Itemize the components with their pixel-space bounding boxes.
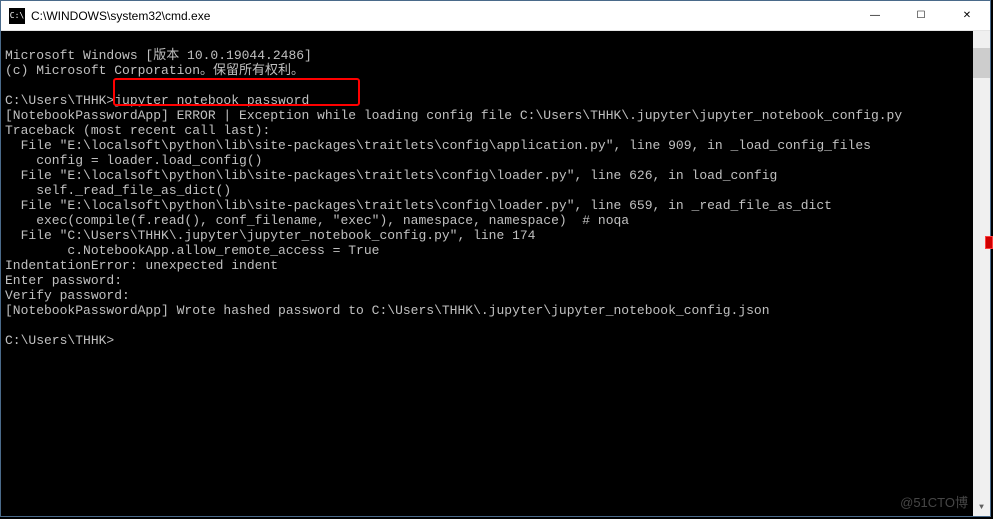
maximize-button[interactable]: ☐ [898,1,944,30]
cmd-icon: C:\ [9,8,25,24]
console-line: config = loader.load_config() [5,153,262,168]
console-line: File "E:\localsoft\python\lib\site-packa… [5,198,832,213]
console-line: [NotebookPasswordApp] ERROR | Exception … [5,108,902,123]
console-area[interactable]: Microsoft Windows [版本 10.0.19044.2486] (… [1,31,990,516]
scrollbar[interactable]: ▲ ▼ [973,31,990,516]
console-line: File "E:\localsoft\python\lib\site-packa… [5,168,777,183]
watermark-text: @51CTO博 [900,495,968,510]
console-line: C:\Users\THHK> [5,333,114,348]
cmd-window: C:\ C:\WINDOWS\system32\cmd.exe — ☐ ✕ Mi… [0,0,991,517]
console-line: Microsoft Windows [版本 10.0.19044.2486] [5,48,312,63]
console-line: File "C:\Users\THHK\.jupyter\jupyter_not… [5,228,536,243]
window-title: C:\WINDOWS\system32\cmd.exe [31,9,852,23]
scroll-down-icon[interactable]: ▼ [973,499,990,516]
console-line: File "E:\localsoft\python\lib\site-packa… [5,138,871,153]
console-line: IndentationError: unexpected indent [5,258,278,273]
console-line: Traceback (most recent call last): [5,123,270,138]
console-line: [NotebookPasswordApp] Wrote hashed passw… [5,303,770,318]
titlebar[interactable]: C:\ C:\WINDOWS\system32\cmd.exe — ☐ ✕ [1,1,990,31]
side-marker [985,236,993,249]
console-line: self._read_file_as_dict() [5,183,231,198]
console-line: exec(compile(f.read(), conf_filename, "e… [5,213,629,228]
console-line: c.NotebookApp.allow_remote_access = True [5,243,379,258]
close-button[interactable]: ✕ [944,1,990,30]
minimize-button[interactable]: — [852,1,898,30]
scroll-thumb[interactable] [973,48,990,78]
console-line: Enter password: [5,273,122,288]
console-line: (c) Microsoft Corporation。保留所有权利。 [5,63,304,78]
console-line: Verify password: [5,288,130,303]
window-controls: — ☐ ✕ [852,1,990,30]
console-line: C:\Users\THHK>jupyter notebook password [5,93,309,108]
